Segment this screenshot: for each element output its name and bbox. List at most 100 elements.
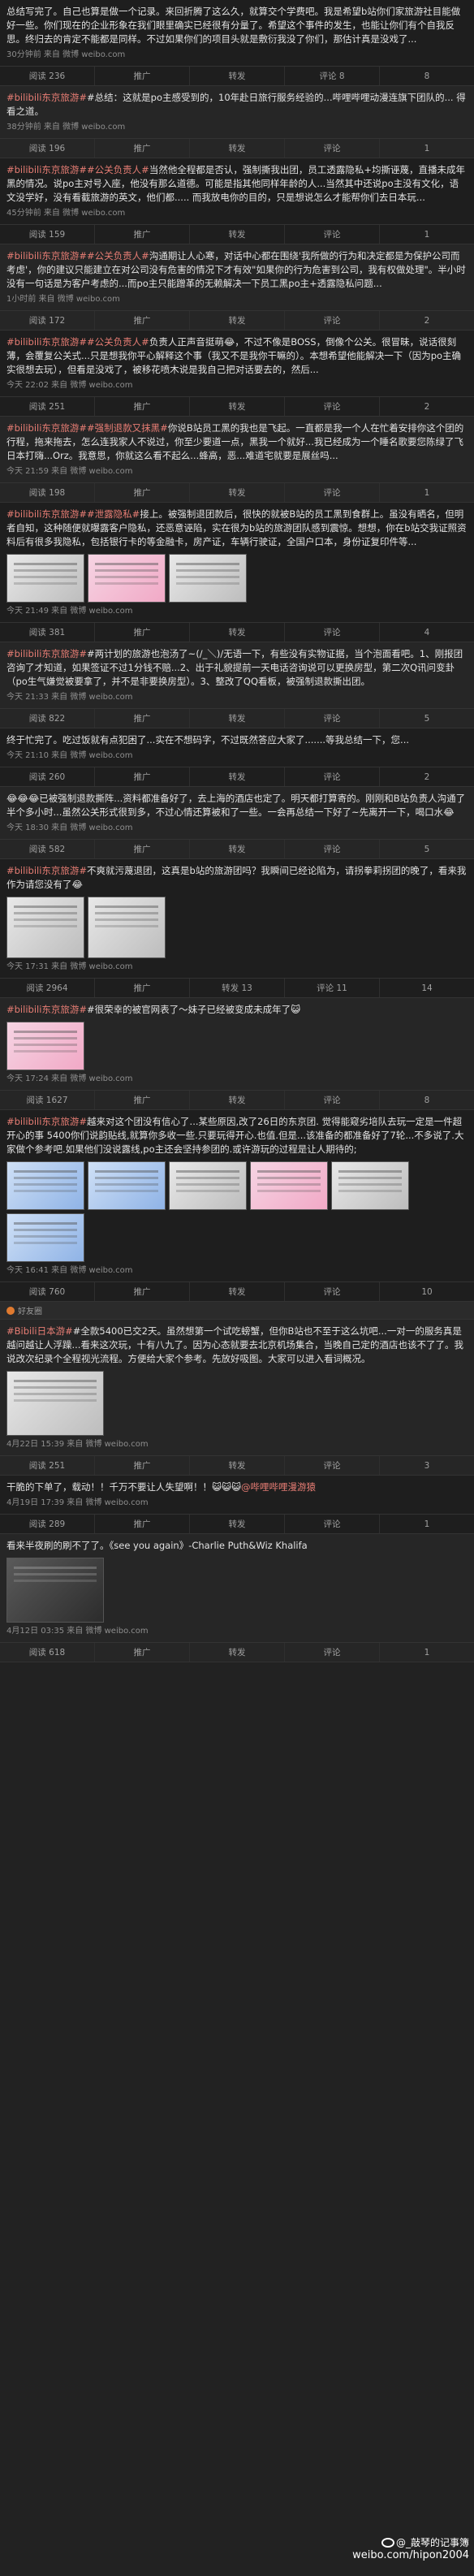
repost-button[interactable]: 转发 (190, 767, 285, 786)
promote-button[interactable]: 推广 (95, 1643, 190, 1662)
promote-button[interactable]: 推广 (95, 767, 190, 786)
post-actions: 阅读 260 推广 转发 评论 2 (0, 767, 474, 786)
repost-button[interactable]: 转发 (190, 1456, 285, 1475)
like-button[interactable]: 8 (380, 67, 474, 85)
repost-button[interactable]: 转发 (190, 311, 285, 330)
promote-button[interactable]: 推广 (95, 623, 190, 642)
like-button[interactable]: 8 (380, 1091, 474, 1109)
repost-button[interactable]: 转发 (190, 1643, 285, 1662)
like-button[interactable]: 4 (380, 623, 474, 642)
hashtag-link[interactable]: #bilibili东京旅游# (6, 250, 87, 261)
repost-button[interactable]: 转发 (190, 1282, 285, 1301)
promote-button[interactable]: 推广 (95, 67, 190, 85)
read-count: 阅读 760 (0, 1282, 95, 1301)
like-button[interactable]: 1 (380, 483, 474, 502)
hashtag-link[interactable]: #bilibili东京旅游# (6, 164, 87, 175)
like-button[interactable]: 2 (380, 397, 474, 416)
hashtag-link[interactable]: #公关负责人# (87, 336, 149, 348)
comment-button[interactable]: 评论 (285, 1515, 380, 1533)
image-thumbnail[interactable] (169, 1161, 247, 1210)
comment-button[interactable]: 评论 (285, 1643, 380, 1662)
post-text: #bilibili东京旅游##公关负责人#当然他全程都是否认，强制撕我出团，员工… (6, 164, 465, 203)
hashtag-link[interactable]: #bilibili东京旅游# (6, 336, 87, 348)
promote-button[interactable]: 推广 (95, 483, 190, 502)
hashtag-link[interactable]: #bilibili东京旅游# (6, 865, 87, 876)
hashtag-link[interactable]: #bilibili东京旅游# (6, 92, 87, 103)
like-button[interactable]: 10 (380, 1282, 474, 1301)
hashtag-link[interactable]: #强制退款又抹黑# (87, 422, 168, 434)
mention-link[interactable]: @哔哩哔哩漫游猿 (241, 1481, 316, 1493)
image-thumbnail[interactable] (6, 1371, 104, 1436)
image-thumbnail[interactable] (6, 1022, 84, 1070)
image-thumbnail[interactable] (169, 554, 247, 603)
like-button[interactable]: 5 (380, 709, 474, 728)
image-thumbnail[interactable] (250, 1161, 328, 1210)
like-button[interactable]: 3 (380, 1456, 474, 1475)
like-button[interactable]: 2 (380, 767, 474, 786)
repost-button[interactable]: 转发 (190, 67, 285, 85)
post-2: #bilibili东京旅游##公关负责人#当然他全程都是否认，强制撕我出团，员工… (0, 158, 474, 244)
image-thumbnail[interactable] (88, 897, 166, 958)
post-actions: 阅读 760 推广 转发 评论 10 (0, 1282, 474, 1301)
hashtag-link[interactable]: #泄露隐私# (87, 508, 140, 520)
like-button[interactable]: 2 (380, 311, 474, 330)
like-button[interactable]: 1 (380, 139, 474, 158)
repost-button[interactable]: 转发 (190, 397, 285, 416)
image-thumbnail[interactable] (88, 554, 166, 603)
repost-button[interactable]: 转发 (190, 225, 285, 244)
hashtag-link[interactable]: #公关负责人# (87, 250, 149, 261)
image-thumbnail[interactable] (331, 1161, 409, 1210)
hashtag-link[interactable]: #bilibili东京旅游# (6, 422, 87, 434)
like-button[interactable]: 5 (380, 840, 474, 858)
comment-button[interactable]: 评论 11 (285, 979, 380, 997)
repost-button[interactable]: 转发 13 (190, 979, 285, 997)
comment-button[interactable]: 评论 (285, 1456, 380, 1475)
like-button[interactable]: 14 (380, 979, 474, 997)
comment-button[interactable]: 评论 (285, 225, 380, 244)
promote-button[interactable]: 推广 (95, 709, 190, 728)
image-thumbnail[interactable] (6, 897, 84, 958)
repost-button[interactable]: 转发 (190, 1515, 285, 1533)
promote-button[interactable]: 推广 (95, 311, 190, 330)
comment-button[interactable]: 评论 (285, 1282, 380, 1301)
hashtag-link[interactable]: #bilibili东京旅游# (6, 1004, 87, 1015)
promote-button[interactable]: 推广 (95, 225, 190, 244)
image-thumbnail[interactable] (6, 1161, 84, 1210)
hashtag-link[interactable]: #bilibili东京旅游# (6, 508, 87, 520)
hashtag-link[interactable]: #bilibili东京旅游# (6, 1116, 87, 1127)
like-button[interactable]: 1 (380, 1643, 474, 1662)
like-button[interactable]: 1 (380, 225, 474, 244)
image-thumbnail[interactable] (6, 554, 84, 603)
promote-button[interactable]: 推广 (95, 1456, 190, 1475)
promote-button[interactable]: 推广 (95, 1515, 190, 1533)
comment-button[interactable]: 评论 (285, 623, 380, 642)
image-thumbnail[interactable] (6, 1213, 84, 1262)
promote-button[interactable]: 推广 (95, 1282, 190, 1301)
hashtag-link[interactable]: #公关负责人# (87, 164, 149, 175)
repost-button[interactable]: 转发 (190, 483, 285, 502)
comment-button[interactable]: 评论 (285, 840, 380, 858)
comment-button[interactable]: 评论 (285, 767, 380, 786)
repost-button[interactable]: 转发 (190, 840, 285, 858)
comment-button[interactable]: 评论 (285, 1091, 380, 1109)
promote-button[interactable]: 推广 (95, 840, 190, 858)
hashtag-link[interactable]: #bilibili东京旅游# (6, 648, 87, 659)
comment-button[interactable]: 评论 8 (285, 67, 380, 85)
hashtag-link[interactable]: #Bibili日本游# (6, 1325, 73, 1337)
comment-button[interactable]: 评论 (285, 397, 380, 416)
promote-button[interactable]: 推广 (95, 979, 190, 997)
like-button[interactable]: 1 (380, 1515, 474, 1533)
image-thumbnail[interactable] (88, 1161, 166, 1210)
video-thumbnail[interactable] (6, 1558, 104, 1623)
comment-button[interactable]: 评论 (285, 311, 380, 330)
comment-button[interactable]: 评论 (285, 139, 380, 158)
repost-button[interactable]: 转发 (190, 623, 285, 642)
comment-button[interactable]: 评论 (285, 483, 380, 502)
promote-button[interactable]: 推广 (95, 397, 190, 416)
repost-button[interactable]: 转发 (190, 709, 285, 728)
comment-button[interactable]: 评论 (285, 709, 380, 728)
repost-button[interactable]: 转发 (190, 1091, 285, 1109)
promote-button[interactable]: 推广 (95, 139, 190, 158)
promote-button[interactable]: 推广 (95, 1091, 190, 1109)
repost-button[interactable]: 转发 (190, 139, 285, 158)
